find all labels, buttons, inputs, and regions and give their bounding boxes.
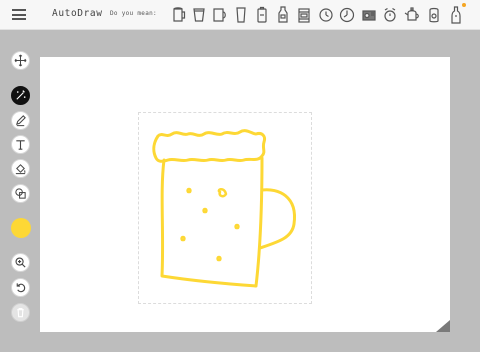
top-bar: AutoDraw Do you mean: bbox=[0, 0, 480, 30]
shape-tool-button[interactable] bbox=[11, 184, 30, 203]
fill-bucket-icon bbox=[15, 164, 26, 175]
teapot-icon[interactable] bbox=[403, 5, 421, 25]
resize-corner[interactable] bbox=[436, 320, 450, 332]
mug-icon[interactable] bbox=[170, 5, 188, 25]
color-picker-button[interactable] bbox=[11, 218, 31, 238]
pencil-icon bbox=[15, 115, 26, 127]
text-icon bbox=[16, 140, 25, 150]
shapes-icon bbox=[15, 188, 26, 199]
glass-icon[interactable] bbox=[232, 5, 250, 25]
did-you-mean-label: Do you mean: bbox=[110, 10, 157, 17]
battery-icon[interactable] bbox=[253, 5, 271, 25]
mug-handle-icon[interactable] bbox=[211, 5, 229, 25]
move-tool-button[interactable] bbox=[11, 51, 30, 70]
autodraw-wand-icon bbox=[16, 90, 26, 100]
clock-icon[interactable] bbox=[317, 5, 335, 25]
undo-button[interactable] bbox=[11, 278, 30, 297]
jar-icon[interactable] bbox=[425, 5, 443, 25]
trash-icon bbox=[17, 308, 24, 318]
film-canister-icon[interactable] bbox=[295, 5, 313, 25]
fill-tool-button[interactable] bbox=[11, 159, 30, 178]
zoom-tool-button[interactable] bbox=[11, 253, 30, 272]
app-title: AutoDraw bbox=[52, 8, 103, 19]
zoom-in-icon bbox=[15, 257, 26, 268]
alarm-clock-icon[interactable] bbox=[381, 5, 399, 25]
beer-mug-drawing[interactable] bbox=[138, 112, 312, 304]
menu-icon[interactable] bbox=[12, 9, 26, 20]
bottle-icon[interactable] bbox=[447, 5, 465, 25]
notification-dot bbox=[462, 3, 466, 7]
undo-icon bbox=[16, 283, 26, 293]
radio-icon[interactable] bbox=[360, 5, 378, 25]
move-icon bbox=[14, 54, 27, 67]
draw-tool-button[interactable] bbox=[11, 111, 30, 130]
cup-icon[interactable] bbox=[190, 5, 208, 25]
clock-icon[interactable] bbox=[338, 5, 356, 25]
type-tool-button[interactable] bbox=[11, 135, 30, 154]
delete-button[interactable] bbox=[11, 303, 30, 322]
autodraw-tool-button[interactable] bbox=[11, 86, 30, 105]
ketchup-bottle-icon[interactable] bbox=[274, 5, 292, 25]
